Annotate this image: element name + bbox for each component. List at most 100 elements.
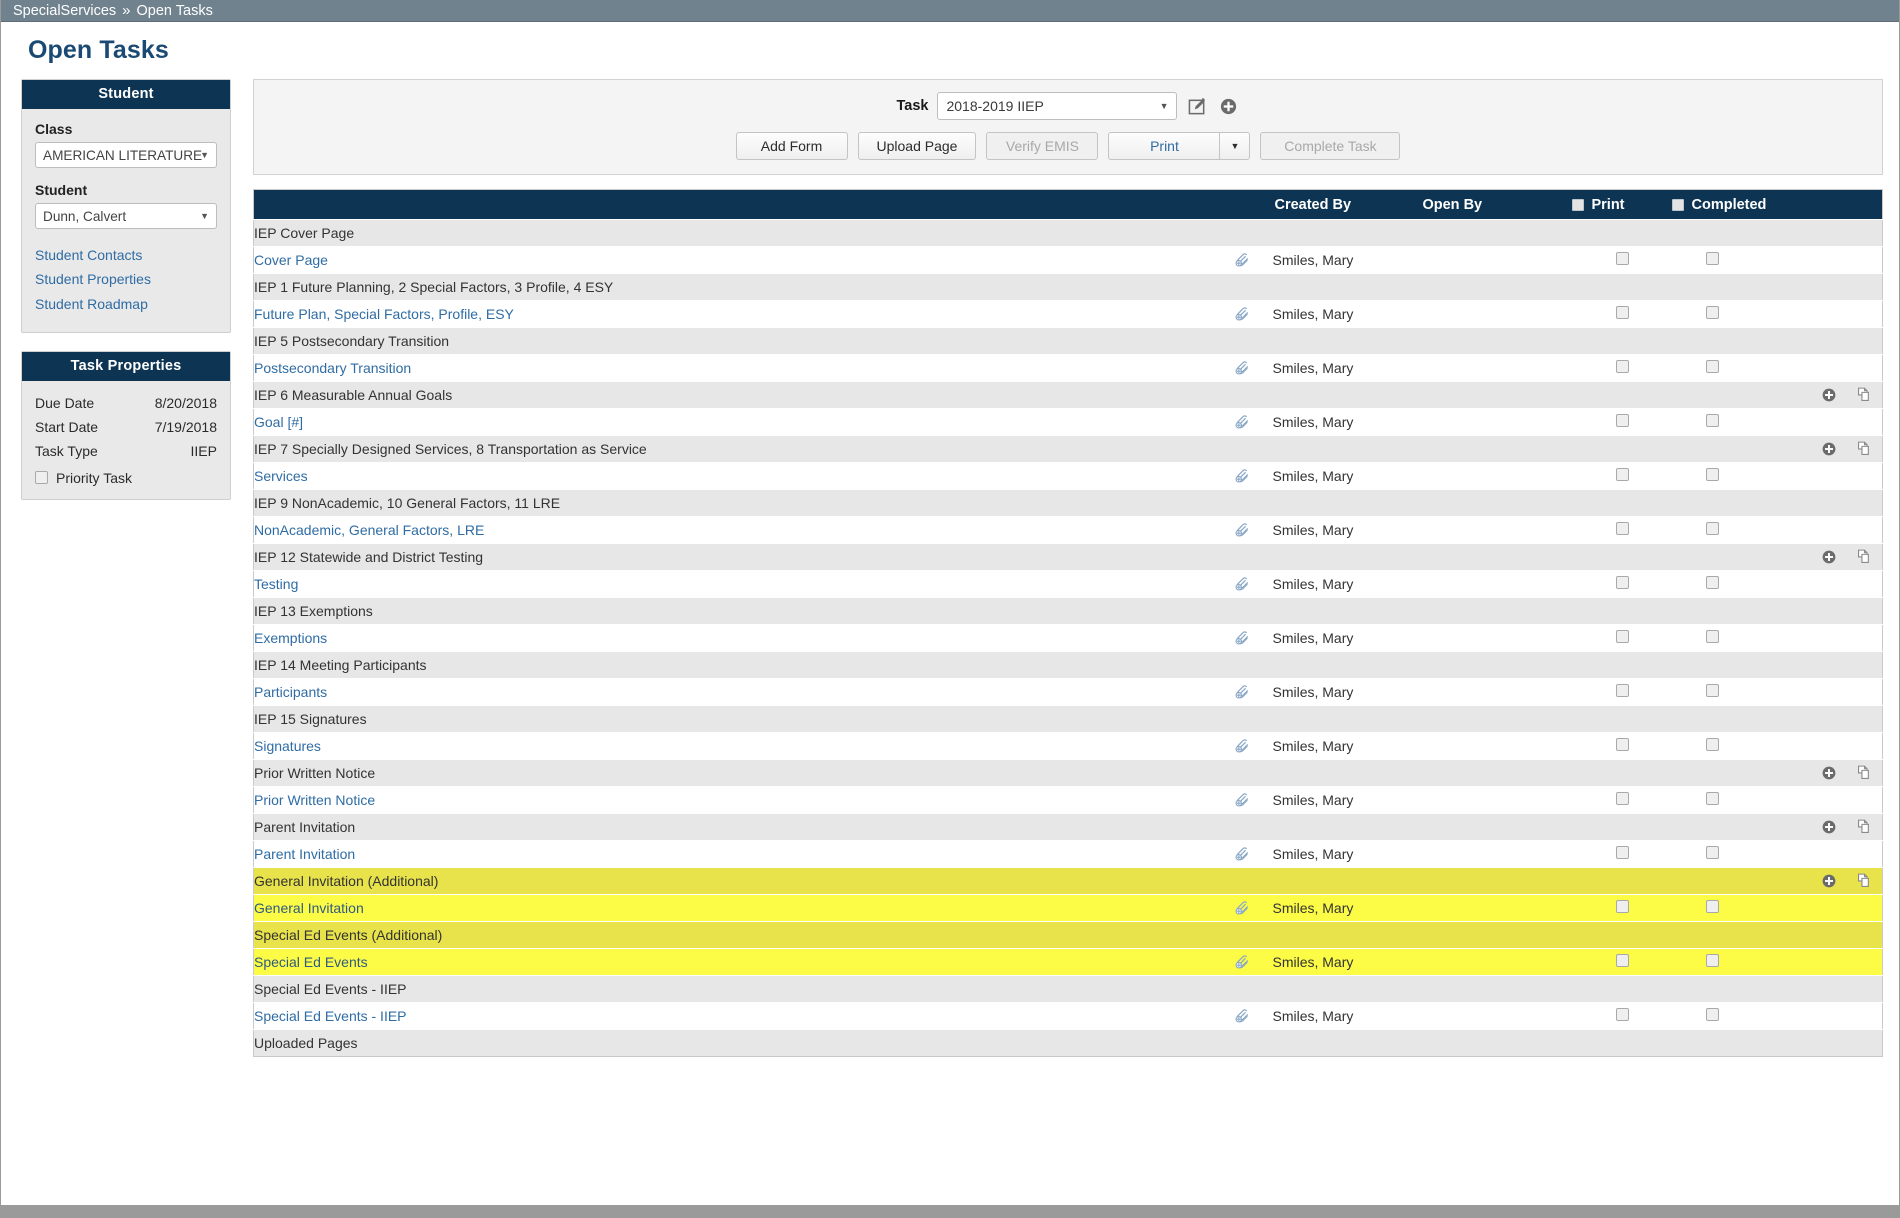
- print-checkbox[interactable]: [1615, 1008, 1629, 1021]
- print-checkbox[interactable]: [1615, 630, 1629, 643]
- copy-pages-icon[interactable]: [1854, 816, 1874, 836]
- completed-select-all-checkbox[interactable]: [1672, 198, 1685, 211]
- group-add-action[interactable]: [1812, 381, 1847, 409]
- completed-checkbox[interactable]: [1706, 630, 1720, 643]
- form-link[interactable]: Testing: [254, 576, 298, 592]
- form-link[interactable]: General Invitation: [254, 900, 364, 916]
- paperclip-add-icon[interactable]: [1231, 951, 1253, 973]
- attach-cell[interactable]: [1212, 894, 1273, 922]
- upload-page-button[interactable]: Upload Page: [857, 132, 977, 160]
- form-link[interactable]: Prior Written Notice: [254, 792, 375, 808]
- print-checkbox[interactable]: [1615, 900, 1629, 913]
- plus-circle-icon[interactable]: [1217, 95, 1239, 117]
- group-copy-action[interactable]: [1846, 759, 1883, 787]
- group-copy-action[interactable]: [1846, 543, 1883, 571]
- plus-circle-icon[interactable]: [1819, 817, 1839, 837]
- attach-cell[interactable]: [1212, 840, 1273, 868]
- attach-cell[interactable]: [1212, 948, 1273, 976]
- paperclip-add-icon[interactable]: [1231, 735, 1253, 757]
- group-copy-action[interactable]: [1846, 813, 1883, 841]
- form-link[interactable]: Goal [#]: [254, 414, 303, 430]
- completed-checkbox[interactable]: [1706, 522, 1720, 535]
- paperclip-add-icon[interactable]: [1231, 465, 1253, 487]
- paperclip-add-icon[interactable]: [1231, 681, 1253, 703]
- print-checkbox[interactable]: [1615, 468, 1629, 481]
- print-checkbox[interactable]: [1615, 684, 1629, 697]
- print-select-all-checkbox[interactable]: [1572, 198, 1585, 211]
- completed-checkbox[interactable]: [1706, 792, 1720, 805]
- form-link[interactable]: Future Plan, Special Factors, Profile, E…: [254, 306, 514, 322]
- print-checkbox[interactable]: [1615, 414, 1629, 427]
- group-add-action[interactable]: [1812, 543, 1847, 571]
- plus-circle-icon[interactable]: [1819, 385, 1839, 405]
- completed-checkbox[interactable]: [1706, 306, 1720, 319]
- form-link[interactable]: NonAcademic, General Factors, LRE: [254, 522, 484, 538]
- form-link[interactable]: Services: [254, 468, 308, 484]
- copy-pages-icon[interactable]: [1854, 546, 1874, 566]
- add-form-button[interactable]: Add Form: [735, 132, 848, 160]
- group-add-action[interactable]: [1812, 813, 1847, 841]
- completed-checkbox[interactable]: [1706, 468, 1720, 481]
- horizontal-scrollbar[interactable]: [1, 1205, 1899, 1217]
- form-link[interactable]: Signatures: [254, 738, 321, 754]
- sidebar-link-student-properties[interactable]: Student Properties: [35, 267, 217, 291]
- completed-checkbox[interactable]: [1706, 846, 1720, 859]
- print-checkbox[interactable]: [1615, 792, 1629, 805]
- paperclip-add-icon[interactable]: [1231, 357, 1253, 379]
- form-link[interactable]: Special Ed Events: [254, 954, 368, 970]
- plus-circle-icon[interactable]: [1819, 439, 1839, 459]
- group-copy-action[interactable]: [1846, 381, 1883, 409]
- completed-checkbox[interactable]: [1706, 738, 1720, 751]
- student-select[interactable]: Dunn, Calvert ▼: [35, 203, 217, 229]
- completed-checkbox[interactable]: [1706, 360, 1720, 373]
- copy-pages-icon[interactable]: [1854, 762, 1874, 782]
- completed-checkbox[interactable]: [1706, 576, 1720, 589]
- group-copy-action[interactable]: [1846, 435, 1883, 463]
- print-split-button[interactable]: Print ▼: [1108, 132, 1251, 160]
- copy-pages-icon[interactable]: [1854, 438, 1874, 458]
- print-checkbox[interactable]: [1615, 954, 1629, 967]
- completed-checkbox[interactable]: [1706, 1008, 1720, 1021]
- breadcrumb-root-link[interactable]: SpecialServices: [13, 3, 116, 19]
- print-checkbox[interactable]: [1615, 252, 1629, 265]
- sidebar-link-student-roadmap[interactable]: Student Roadmap: [35, 292, 217, 316]
- attach-cell[interactable]: [1212, 624, 1273, 652]
- paperclip-add-icon[interactable]: [1231, 1005, 1253, 1027]
- group-add-action[interactable]: [1812, 867, 1847, 895]
- attach-cell[interactable]: [1212, 1002, 1273, 1030]
- completed-checkbox[interactable]: [1706, 954, 1720, 967]
- paperclip-add-icon[interactable]: [1231, 627, 1253, 649]
- group-add-action[interactable]: [1812, 435, 1847, 463]
- task-select[interactable]: 2018-2019 IIEP ▼: [937, 92, 1178, 120]
- attach-cell[interactable]: [1212, 732, 1273, 760]
- completed-checkbox[interactable]: [1706, 252, 1720, 265]
- print-checkbox[interactable]: [1615, 576, 1629, 589]
- form-link[interactable]: Special Ed Events - IIEP: [254, 1008, 407, 1024]
- attach-cell[interactable]: [1212, 354, 1273, 382]
- paperclip-add-icon[interactable]: [1231, 789, 1253, 811]
- print-checkbox[interactable]: [1615, 738, 1629, 751]
- form-link[interactable]: Participants: [254, 684, 327, 700]
- print-checkbox[interactable]: [1615, 846, 1629, 859]
- plus-circle-icon[interactable]: [1819, 547, 1839, 567]
- completed-checkbox[interactable]: [1706, 414, 1720, 427]
- print-checkbox[interactable]: [1615, 306, 1629, 319]
- paperclip-add-icon[interactable]: [1231, 573, 1253, 595]
- attach-cell[interactable]: [1212, 570, 1273, 598]
- completed-checkbox[interactable]: [1706, 900, 1720, 913]
- plus-circle-icon[interactable]: [1819, 871, 1839, 891]
- print-checkbox[interactable]: [1615, 522, 1629, 535]
- form-link[interactable]: Postsecondary Transition: [254, 360, 411, 376]
- group-add-action[interactable]: [1812, 759, 1847, 787]
- print-checkbox[interactable]: [1615, 360, 1629, 373]
- paperclip-add-icon[interactable]: [1231, 249, 1253, 271]
- edit-pencil-icon[interactable]: [1186, 95, 1208, 117]
- completed-checkbox[interactable]: [1706, 684, 1720, 697]
- attach-cell[interactable]: [1212, 408, 1273, 436]
- attach-cell[interactable]: [1212, 516, 1273, 544]
- paperclip-add-icon[interactable]: [1231, 897, 1253, 919]
- paperclip-add-icon[interactable]: [1231, 411, 1253, 433]
- attach-cell[interactable]: [1212, 786, 1273, 814]
- class-select[interactable]: AMERICAN LITERATURE ▼: [35, 142, 217, 168]
- paperclip-add-icon[interactable]: [1231, 519, 1253, 541]
